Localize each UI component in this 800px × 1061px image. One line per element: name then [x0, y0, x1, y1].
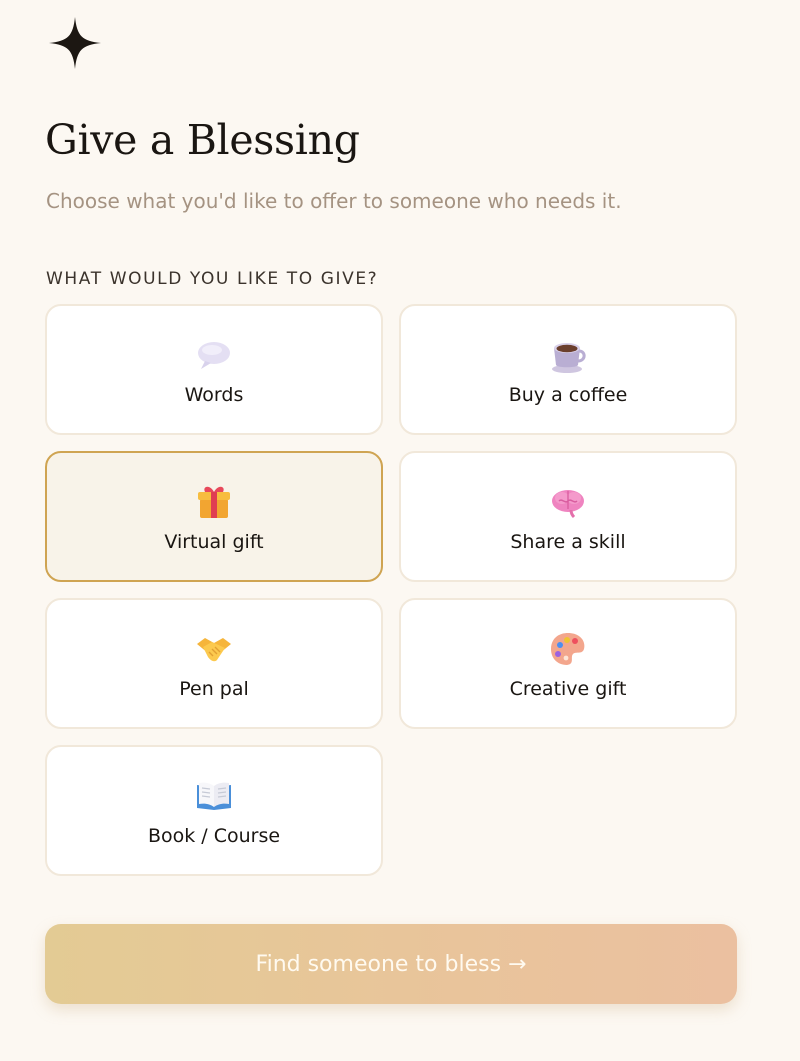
speech-bubble-icon: [195, 336, 233, 374]
option-virtual-gift[interactable]: Virtual gift: [45, 451, 383, 582]
option-label: Share a skill: [510, 530, 626, 553]
option-label: Virtual gift: [164, 530, 264, 553]
option-pen-pal[interactable]: Pen pal: [45, 598, 383, 729]
option-label: Creative gift: [509, 677, 627, 700]
coffee-cup-icon: [549, 336, 587, 374]
option-label: Buy a coffee: [508, 383, 628, 406]
page-title: Give a Blessing: [45, 116, 360, 164]
option-label: Pen pal: [179, 677, 249, 700]
option-book-course[interactable]: Book / Course: [45, 745, 383, 876]
brain-icon: [549, 483, 587, 521]
artist-palette-icon: [549, 630, 587, 668]
option-share-a-skill[interactable]: Share a skill: [399, 451, 737, 582]
section-label: WHAT WOULD YOU LIKE TO GIVE?: [46, 269, 379, 289]
gift-options-grid: Words Buy a coffee Virtual gift Share a …: [45, 304, 737, 876]
sparkle-logo-icon: [48, 16, 102, 70]
open-book-icon: [195, 777, 233, 815]
option-label: Words: [184, 383, 244, 406]
option-label: Book / Course: [147, 824, 281, 847]
option-buy-a-coffee[interactable]: Buy a coffee: [399, 304, 737, 435]
option-words[interactable]: Words: [45, 304, 383, 435]
page-subtitle: Choose what you'd like to offer to someo…: [46, 189, 622, 213]
handshake-icon: [195, 630, 233, 668]
gift-icon: [195, 483, 233, 521]
find-someone-to-bless-button[interactable]: Find someone to bless →: [45, 924, 737, 1004]
option-creative-gift[interactable]: Creative gift: [399, 598, 737, 729]
